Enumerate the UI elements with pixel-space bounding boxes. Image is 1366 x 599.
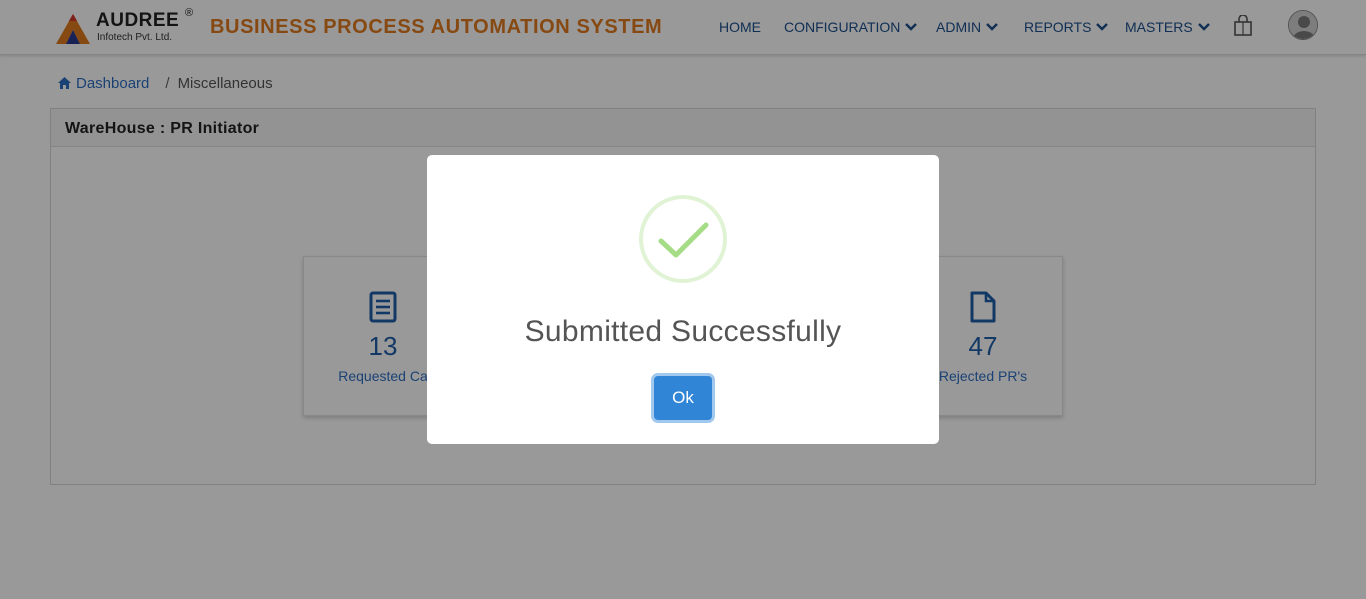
success-check-icon bbox=[639, 195, 727, 283]
dialog-title: Submitted Successfully bbox=[524, 315, 842, 348]
success-dialog: Submitted Successfully Ok bbox=[427, 155, 939, 444]
ok-button[interactable]: Ok bbox=[654, 376, 712, 420]
